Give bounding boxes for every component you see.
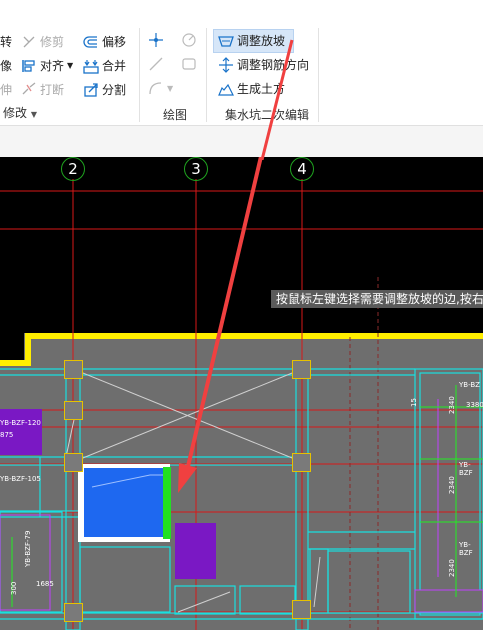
command-tooltip: 按鼠标左键选择需要调整放坡的边,按右 xyxy=(271,290,483,308)
annotation-arrow xyxy=(178,157,263,493)
annotation-arrow-top xyxy=(260,39,294,160)
drawing-canvas[interactable]: 2 3 4 YB-BZF-120 875 YB-BZF-105 YB-BZF-7… xyxy=(0,157,483,630)
